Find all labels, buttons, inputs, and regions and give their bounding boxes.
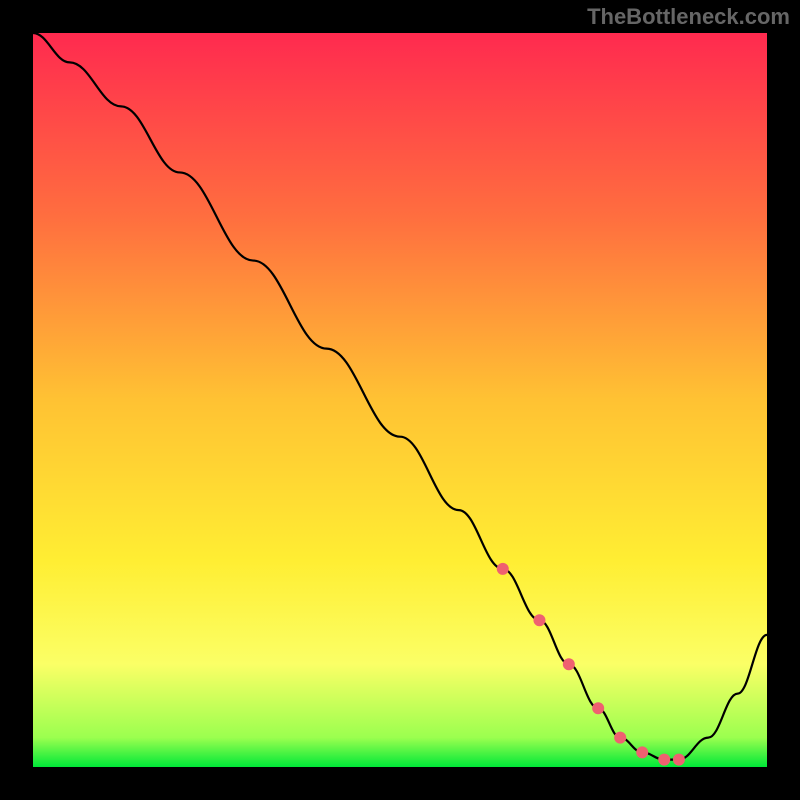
highlight-point [636, 746, 648, 758]
chart-plot-area [33, 33, 767, 767]
highlight-point [592, 702, 604, 714]
watermark-text: TheBottleneck.com [587, 4, 790, 30]
highlight-point [658, 754, 670, 766]
highlight-point [533, 614, 545, 626]
chart-svg [33, 33, 767, 767]
highlight-point [497, 563, 509, 575]
highlight-point [614, 732, 626, 744]
highlight-point [673, 754, 685, 766]
chart-frame: TheBottleneck.com [0, 0, 800, 800]
highlight-point [563, 658, 575, 670]
chart-background [33, 33, 767, 767]
